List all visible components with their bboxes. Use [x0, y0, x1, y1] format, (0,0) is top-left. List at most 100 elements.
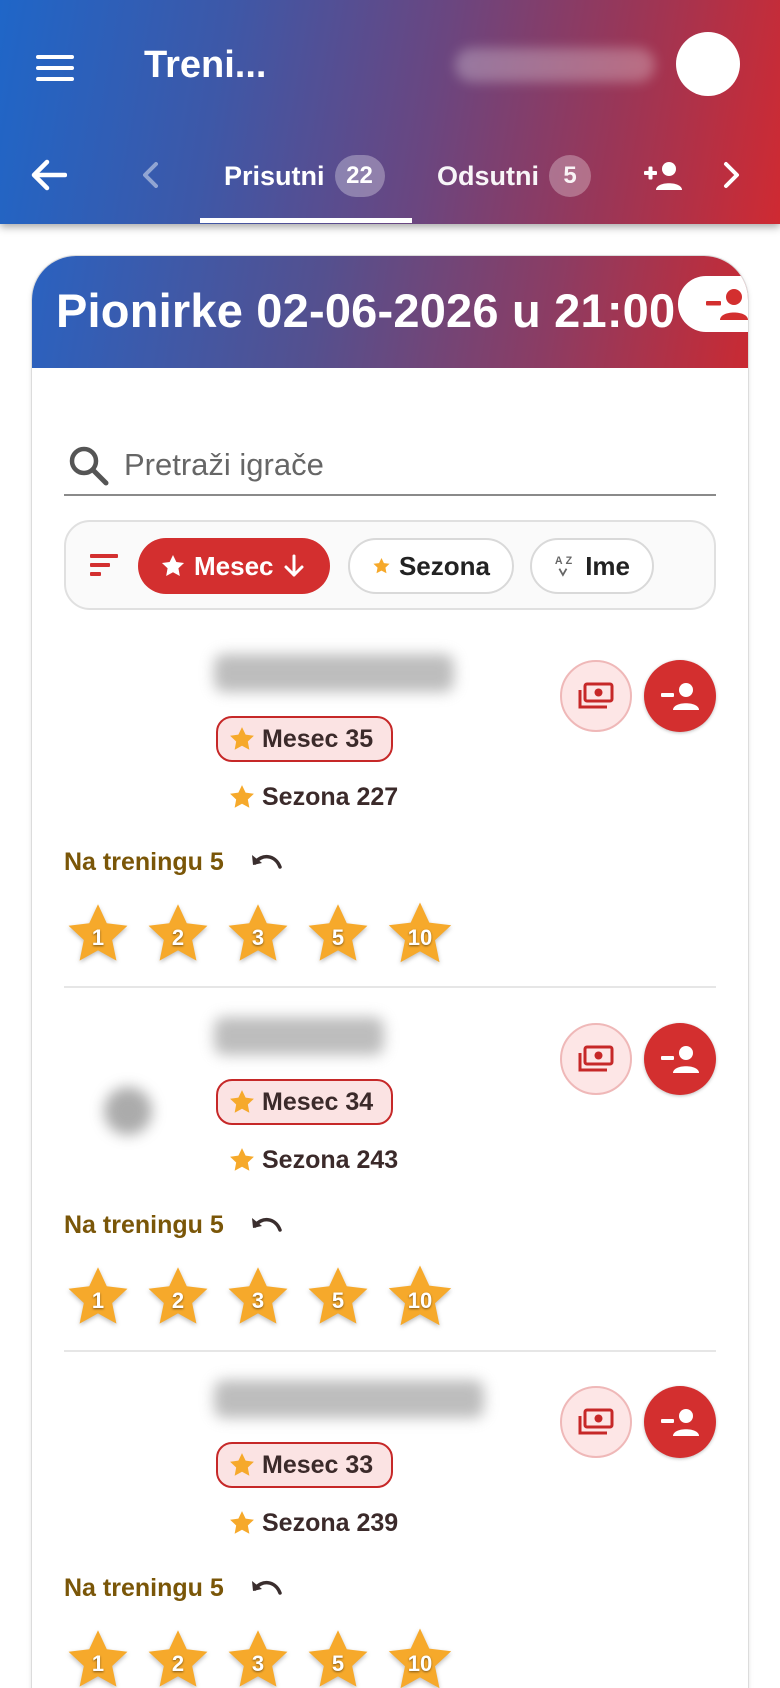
undo-icon[interactable]	[246, 1205, 286, 1245]
training-count: Na treningu 5	[64, 842, 286, 882]
month-points-badge: Mesec 34	[216, 1079, 394, 1125]
star-value: 3	[251, 1288, 265, 1313]
star-button[interactable]: 1	[64, 1626, 132, 1688]
star-button[interactable]: 1	[64, 1263, 132, 1331]
star-button[interactable]: 1	[64, 900, 132, 968]
star-button[interactable]: 5	[304, 900, 372, 968]
training-count: Na treningu 5	[64, 1205, 286, 1245]
search-input[interactable]	[124, 447, 684, 483]
payments-icon	[578, 1045, 614, 1072]
undo-icon[interactable]	[246, 842, 286, 882]
star-button[interactable]: 3	[224, 1626, 292, 1688]
star-rating-row: 1 2 3 5 10	[64, 1626, 456, 1688]
count-badge: 5	[549, 155, 591, 197]
star-button[interactable]: 5	[304, 1263, 372, 1331]
star-button[interactable]: 5	[304, 1626, 372, 1688]
sort-chip-name[interactable]: A Z Ime	[530, 538, 654, 594]
person-remove-icon	[706, 289, 748, 320]
session-header: Pionirke 02-06-2026 u 21:00	[32, 256, 748, 368]
star-value: 1	[91, 925, 105, 950]
star-icon	[161, 554, 185, 576]
star-button[interactable]: 3	[224, 1263, 292, 1331]
season-points: Sezona 239	[228, 1500, 398, 1546]
divider	[64, 1350, 716, 1352]
remove-player-button[interactable]	[644, 1023, 716, 1095]
tab-present[interactable]: Prisutni 22	[224, 148, 385, 204]
session-title: Pionirke 02-06-2026 u 21:00	[56, 284, 676, 337]
month-points-badge: Mesec 33	[216, 1442, 394, 1488]
star-icon	[230, 1511, 254, 1534]
star-icon	[230, 1148, 254, 1171]
star-button[interactable]: 10	[384, 1261, 456, 1333]
sort-chip-month[interactable]: Mesec	[138, 538, 330, 594]
tab-absent[interactable]: Odsutni 5	[437, 148, 591, 204]
star-icon	[230, 727, 254, 750]
star-value: 3	[251, 1651, 265, 1676]
person-remove-icon	[661, 1409, 699, 1436]
payment-button[interactable]	[560, 660, 632, 732]
star-value: 10	[407, 925, 433, 950]
star-value: 2	[171, 1288, 185, 1313]
payment-button[interactable]	[560, 1386, 632, 1458]
training-label: Na treningu 5	[64, 847, 224, 876]
blurred-player-name	[214, 654, 454, 692]
star-button[interactable]: 10	[384, 898, 456, 970]
star-value: 10	[407, 1651, 433, 1676]
star-icon	[230, 1453, 254, 1476]
app-bar: Treni... Prisutni 22 Odsutni 5	[0, 0, 780, 224]
remove-player-button[interactable]	[644, 1386, 716, 1458]
star-rating-row: 1 2 3 5 10	[64, 1263, 456, 1337]
sort-icon	[90, 554, 118, 576]
search-icon	[69, 446, 109, 486]
star-value: 2	[171, 1651, 185, 1676]
star-button[interactable]: 10	[384, 1624, 456, 1688]
star-value: 5	[331, 1288, 345, 1313]
person-remove-icon	[661, 683, 699, 710]
remove-player-button[interactable]	[644, 660, 716, 732]
star-icon	[230, 1090, 254, 1113]
player-row: Mesec 33 Sezona 239 Na treningu 5 1 2 3 …	[64, 1372, 716, 1688]
star-value: 1	[91, 1651, 105, 1676]
person-remove-icon	[661, 1046, 699, 1073]
back-arrow-icon[interactable]	[24, 150, 74, 200]
season-points-label: Sezona 239	[262, 1508, 399, 1537]
person-add-icon[interactable]	[638, 150, 688, 200]
chevron-left-icon[interactable]	[130, 152, 170, 198]
active-tab-indicator	[200, 218, 412, 223]
month-points-badge: Mesec 35	[216, 716, 394, 762]
payments-icon	[578, 682, 614, 709]
star-rating-row: 1 2 3 5 10	[64, 900, 456, 974]
person-remove-button[interactable]	[678, 276, 748, 332]
blurred-user-name	[455, 48, 655, 82]
menu-icon[interactable]	[28, 40, 84, 96]
star-button[interactable]: 3	[224, 900, 292, 968]
chip-label: Sezona	[398, 550, 490, 581]
payment-button[interactable]	[560, 1023, 632, 1095]
chip-label: Ime	[585, 550, 630, 581]
star-button[interactable]: 2	[144, 1626, 212, 1688]
star-value: 5	[331, 925, 345, 950]
star-icon	[373, 557, 390, 574]
sort-chip-season[interactable]: Sezona	[348, 538, 514, 594]
month-points: Mesec 34	[262, 1087, 374, 1116]
sort-bar: Mesec Sezona A Z Ime	[64, 520, 716, 610]
tab-label: Odsutni	[437, 160, 539, 191]
arrow-down-icon	[284, 554, 303, 577]
avatar[interactable]	[676, 32, 740, 96]
divider	[64, 986, 716, 988]
blurred-player-name	[214, 1380, 484, 1418]
star-button[interactable]: 2	[144, 900, 212, 968]
undo-icon[interactable]	[246, 1568, 286, 1608]
payments-icon	[578, 1408, 614, 1435]
training-count: Na treningu 5	[64, 1568, 286, 1608]
chevron-right-icon[interactable]	[712, 152, 752, 198]
season-points-label: Sezona 243	[262, 1145, 399, 1174]
star-button[interactable]: 2	[144, 1263, 212, 1331]
training-label: Na treningu 5	[64, 1210, 224, 1239]
star-value: 1	[91, 1288, 105, 1313]
svg-text:Z: Z	[566, 555, 573, 567]
star-value: 10	[407, 1288, 433, 1313]
star-icon	[230, 785, 254, 808]
search-field	[64, 436, 716, 496]
season-points-label: Sezona 227	[262, 782, 399, 811]
